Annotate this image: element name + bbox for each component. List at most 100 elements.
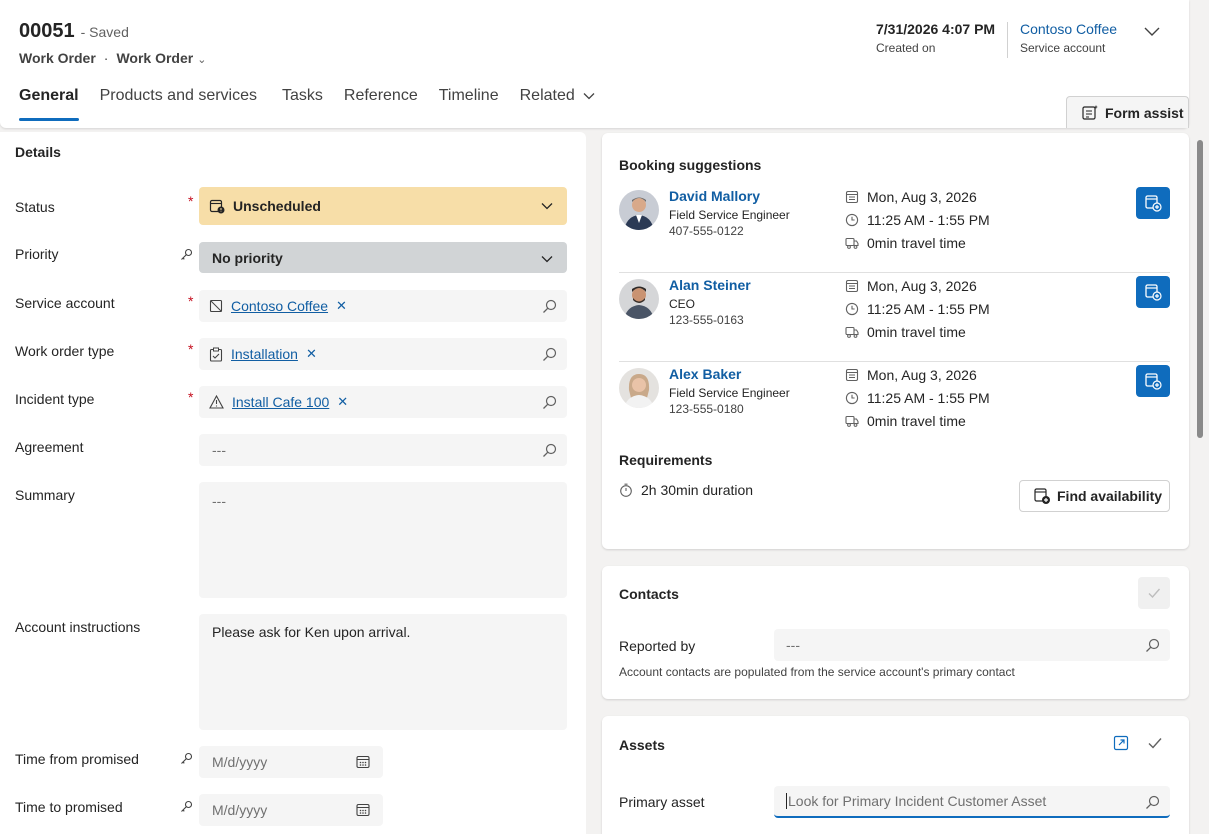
person-phone: 123-555-0180 xyxy=(669,402,744,416)
tab-timeline[interactable]: Timeline xyxy=(439,87,499,121)
form-selector[interactable]: Work Order ⌄ xyxy=(116,50,206,66)
avatar xyxy=(619,279,659,319)
search-icon[interactable] xyxy=(542,443,557,458)
suggestion-travel-text: 0min travel time xyxy=(867,324,966,340)
search-icon[interactable] xyxy=(1145,638,1160,653)
find-availability-button[interactable]: Find availability xyxy=(1019,480,1170,512)
reported-by-lookup[interactable]: --- xyxy=(774,629,1170,661)
service-account-header-link[interactable]: Contoso Coffee xyxy=(1020,21,1117,37)
chevron-down-icon xyxy=(583,93,595,100)
save-status: - Saved xyxy=(80,24,129,40)
search-icon[interactable] xyxy=(542,347,557,362)
suggestion-date-text: Mon, Aug 3, 2026 xyxy=(867,367,977,383)
status-label: Status xyxy=(15,199,55,215)
search-icon[interactable] xyxy=(542,395,557,410)
priority-label: Priority xyxy=(15,246,59,262)
time-to-promised-input[interactable]: M/d/yyyy xyxy=(199,794,383,826)
suggestion-time-text: 11:25 AM - 1:55 PM xyxy=(867,301,990,317)
assets-title: Assets xyxy=(619,737,665,753)
person-name-link[interactable]: David Mallory xyxy=(669,188,760,204)
chevron-down-icon: ⌄ xyxy=(197,54,207,66)
find-availability-label: Find availability xyxy=(1057,488,1163,504)
agreement-lookup[interactable]: --- xyxy=(199,434,567,466)
agreement-value: --- xyxy=(212,442,226,458)
calendar-alert-icon xyxy=(209,198,225,214)
search-icon[interactable] xyxy=(1145,795,1160,810)
form-selector-label: Work Order xyxy=(116,50,194,66)
suggestion-time: 11:25 AM - 1:55 PM xyxy=(845,212,990,228)
created-on-value: 7/31/2026 4:07 PM xyxy=(876,21,996,37)
person-role: Field Service Engineer xyxy=(669,208,790,222)
tab-tasks[interactable]: Tasks xyxy=(282,87,323,121)
book-button[interactable] xyxy=(1136,365,1170,397)
person-phone: 407-555-0122 xyxy=(669,224,744,238)
incident-type-lookup[interactable]: Install Cafe 100 ✕ xyxy=(199,386,567,418)
calendar-icon[interactable] xyxy=(356,803,370,817)
status-value: Unscheduled xyxy=(233,198,321,214)
calendar-add-icon xyxy=(1034,488,1050,504)
incident-type-link[interactable]: Install Cafe 100 xyxy=(232,394,329,410)
required-marker: * xyxy=(188,193,194,209)
details-section: Details Status * Unscheduled Priority No… xyxy=(0,132,586,834)
summary-textarea[interactable]: --- xyxy=(199,482,567,598)
chevron-down-icon xyxy=(541,203,553,210)
form-assist-button[interactable]: Form assist xyxy=(1066,96,1189,128)
tab-reference[interactable]: Reference xyxy=(344,87,418,121)
suggestion-travel: 0min travel time xyxy=(845,413,966,429)
calendar-icon[interactable] xyxy=(356,755,370,769)
primary-asset-label: Primary asset xyxy=(619,794,705,810)
reported-by-value: --- xyxy=(786,637,800,653)
checkmark-button[interactable] xyxy=(1138,577,1170,609)
primary-asset-lookup[interactable]: Look for Primary Incident Customer Asset xyxy=(774,786,1170,818)
time-from-promised-input[interactable]: M/d/yyyy xyxy=(199,746,383,778)
work-order-type-link[interactable]: Installation xyxy=(231,346,298,362)
vehicle-icon xyxy=(845,237,859,249)
vehicle-icon xyxy=(845,326,859,338)
requirement-duration-text: 2h 30min duration xyxy=(641,482,754,498)
agreement-label: Agreement xyxy=(15,439,84,455)
open-in-new-icon[interactable] xyxy=(1113,735,1129,751)
book-button[interactable] xyxy=(1136,276,1170,308)
priority-value: No priority xyxy=(212,249,283,266)
details-title: Details xyxy=(15,144,61,160)
scrollbar[interactable] xyxy=(1197,140,1203,438)
suggestion-travel: 0min travel time xyxy=(845,324,966,340)
time-to-promised-label: Time to promised xyxy=(15,799,123,815)
account-instructions-textarea[interactable]: Please ask for Ken upon arrival. xyxy=(199,614,567,730)
service-account-link[interactable]: Contoso Coffee xyxy=(231,298,328,314)
avatar xyxy=(619,190,659,230)
service-account-lookup[interactable]: Contoso Coffee ✕ xyxy=(199,290,567,322)
tab-products-and-services[interactable]: Products and services xyxy=(100,87,257,121)
summary-label: Summary xyxy=(15,487,75,503)
clock-icon xyxy=(845,213,859,227)
tab-general[interactable]: General xyxy=(19,87,79,121)
remove-incident-type-icon[interactable]: ✕ xyxy=(337,394,348,410)
clock-icon xyxy=(845,391,859,405)
remove-work-order-type-icon[interactable]: ✕ xyxy=(306,346,317,362)
book-button[interactable] xyxy=(1136,187,1170,219)
search-icon[interactable] xyxy=(542,299,557,314)
person-name-link[interactable]: Alex Baker xyxy=(669,366,741,382)
suggestion-date: Mon, Aug 3, 2026 xyxy=(845,278,977,294)
created-on-field: 7/31/2026 4:07 PM Created on xyxy=(876,21,995,55)
suggestion-time: 11:25 AM - 1:55 PM xyxy=(845,301,990,317)
person-name-link[interactable]: Alan Steiner xyxy=(669,277,751,293)
clock-icon xyxy=(845,302,859,316)
entity-name: Work Order xyxy=(19,50,96,66)
avatar xyxy=(619,368,659,408)
suggestion-travel: 0min travel time xyxy=(845,235,966,251)
suggestion-travel-text: 0min travel time xyxy=(867,413,966,429)
suggestion-travel-text: 0min travel time xyxy=(867,235,966,251)
clipboard-icon xyxy=(209,347,223,362)
remove-service-account-icon[interactable]: ✕ xyxy=(336,298,347,314)
priority-dropdown[interactable]: No priority xyxy=(199,242,567,273)
checkmark-icon[interactable] xyxy=(1147,735,1163,751)
separator-dot: · xyxy=(103,50,109,66)
header-expand-chevron-icon[interactable] xyxy=(1143,22,1161,40)
suggestion-date: Mon, Aug 3, 2026 xyxy=(845,367,977,383)
timer-icon xyxy=(620,483,632,497)
status-dropdown[interactable]: Unscheduled xyxy=(199,187,567,225)
chevron-down-icon xyxy=(541,256,553,263)
tab-related[interactable]: Related xyxy=(520,87,595,121)
work-order-type-lookup[interactable]: Installation ✕ xyxy=(199,338,567,370)
